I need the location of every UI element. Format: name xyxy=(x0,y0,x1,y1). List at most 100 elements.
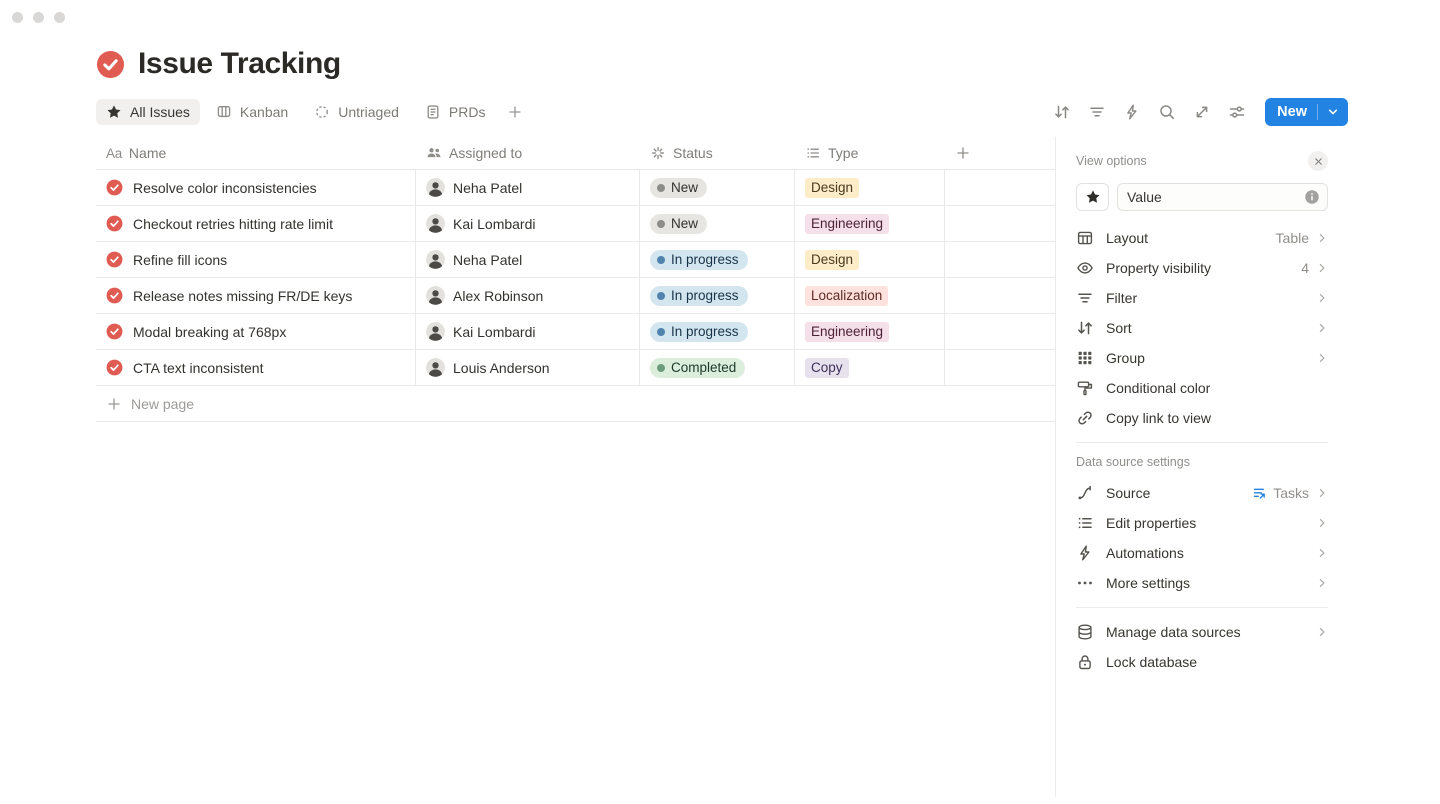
status-badge[interactable]: In progress xyxy=(650,286,748,306)
panel-item-lock-database[interactable]: Lock database xyxy=(1076,647,1328,677)
cell-type[interactable]: Design xyxy=(795,242,945,277)
sort-arrows-icon xyxy=(1076,319,1094,337)
type-badge[interactable]: Engineering xyxy=(805,214,889,234)
cell-assigned-to[interactable]: Louis Anderson xyxy=(416,350,640,385)
panel-item-edit-properties[interactable]: Edit properties xyxy=(1076,508,1328,538)
type-badge[interactable]: Localization xyxy=(805,286,888,306)
cell-status[interactable]: New xyxy=(640,206,795,241)
panel-item-automations[interactable]: Automations xyxy=(1076,538,1328,568)
type-badge[interactable]: Engineering xyxy=(805,322,889,342)
panel-item-more-settings[interactable]: More settings xyxy=(1076,568,1328,598)
column-header-type[interactable]: Type xyxy=(795,137,945,169)
status-badge[interactable]: In progress xyxy=(650,250,748,270)
status-badge[interactable]: New xyxy=(650,214,707,234)
panel-item-layout[interactable]: LayoutTable xyxy=(1076,223,1328,253)
table-row[interactable]: Refine fill icons Neha Patel In progress… xyxy=(96,242,1056,278)
cell-empty[interactable] xyxy=(945,170,1056,205)
cell-empty[interactable] xyxy=(945,206,1056,241)
app-window: Issue Tracking All IssuesKanbanUntriaged… xyxy=(0,0,1440,804)
panel-item-group[interactable]: Group xyxy=(1076,343,1328,373)
cell-name[interactable]: Modal breaking at 768px xyxy=(96,314,416,349)
page-title: Issue Tracking xyxy=(138,47,341,81)
tab-untriaged[interactable]: Untriaged xyxy=(304,99,409,125)
tab-kanban[interactable]: Kanban xyxy=(206,99,298,125)
cell-empty[interactable] xyxy=(945,350,1056,385)
tab-prds[interactable]: PRDs xyxy=(415,99,496,125)
cell-status[interactable]: In progress xyxy=(640,278,795,313)
table-row[interactable]: Resolve color inconsistencies Neha Patel… xyxy=(96,170,1056,206)
cell-name[interactable]: Checkout retries hitting rate limit xyxy=(96,206,416,241)
cell-type[interactable]: Design xyxy=(795,170,945,205)
cell-name[interactable]: Refine fill icons xyxy=(96,242,416,277)
cell-type[interactable]: Engineering xyxy=(795,314,945,349)
cell-empty[interactable] xyxy=(945,278,1056,313)
cell-empty[interactable] xyxy=(945,242,1056,277)
sort-arrows-icon[interactable] xyxy=(1049,99,1075,125)
cell-status[interactable]: In progress xyxy=(640,242,795,277)
status-badge[interactable]: In progress xyxy=(650,322,748,342)
cell-status[interactable]: Completed xyxy=(640,350,795,385)
type-badge[interactable]: Design xyxy=(805,178,859,198)
type-badge[interactable]: Design xyxy=(805,250,859,270)
cell-assigned-to[interactable]: Alex Robinson xyxy=(416,278,640,313)
eye-icon xyxy=(1076,259,1094,277)
new-button[interactable]: New xyxy=(1265,98,1348,126)
cell-empty[interactable] xyxy=(945,314,1056,349)
panel-item-copy-link-to-view[interactable]: Copy link to view xyxy=(1076,403,1328,433)
expand-icon[interactable] xyxy=(1189,99,1215,125)
panel-item-property-visibility[interactable]: Property visibility4 xyxy=(1076,253,1328,283)
panel-item-label: Conditional color xyxy=(1106,380,1309,396)
panel-item-source[interactable]: SourceTasks xyxy=(1076,478,1328,508)
tab-all-issues[interactable]: All Issues xyxy=(96,99,200,125)
window-dot[interactable] xyxy=(54,12,65,23)
table-row[interactable]: Checkout retries hitting rate limit Kai … xyxy=(96,206,1056,242)
avatar xyxy=(426,214,445,233)
avatar xyxy=(426,250,445,269)
new-dropdown-button[interactable] xyxy=(1318,98,1348,126)
close-icon[interactable] xyxy=(1308,151,1328,171)
column-header-assigned-to[interactable]: Assigned to xyxy=(416,137,640,169)
lightning-icon[interactable] xyxy=(1119,99,1145,125)
status-badge[interactable]: New xyxy=(650,178,707,198)
cell-status[interactable]: New xyxy=(640,170,795,205)
sliders-icon[interactable] xyxy=(1224,99,1250,125)
status-badge[interactable]: Completed xyxy=(650,358,745,378)
search-icon[interactable] xyxy=(1154,99,1180,125)
table-row[interactable]: CTA text inconsistent Louis Anderson Com… xyxy=(96,350,1056,386)
issue-name: Checkout retries hitting rate limit xyxy=(133,216,333,232)
panel-item-sort[interactable]: Sort xyxy=(1076,313,1328,343)
add-view-button[interactable] xyxy=(501,99,529,125)
add-column-button[interactable] xyxy=(945,137,1056,169)
new-page-row[interactable]: New page xyxy=(96,386,1056,422)
window-dot[interactable] xyxy=(12,12,23,23)
cell-status[interactable]: In progress xyxy=(640,314,795,349)
filter-lines-icon[interactable] xyxy=(1084,99,1110,125)
column-header-status[interactable]: Status xyxy=(640,137,795,169)
window-dot[interactable] xyxy=(33,12,44,23)
info-icon[interactable] xyxy=(1304,189,1320,205)
star-icon xyxy=(106,104,122,120)
cell-type[interactable]: Copy xyxy=(795,350,945,385)
table-row[interactable]: Modal breaking at 768px Kai Lombardi In … xyxy=(96,314,1056,350)
view-icon-button[interactable] xyxy=(1076,183,1109,211)
view-name-input[interactable]: Value xyxy=(1117,183,1328,211)
cell-assigned-to[interactable]: Kai Lombardi xyxy=(416,206,640,241)
cell-assigned-to[interactable]: Kai Lombardi xyxy=(416,314,640,349)
new-button-label[interactable]: New xyxy=(1265,98,1317,126)
cell-name[interactable]: CTA text inconsistent xyxy=(96,350,416,385)
cell-name[interactable]: Resolve color inconsistencies xyxy=(96,170,416,205)
assignee-name: Kai Lombardi xyxy=(453,324,536,340)
panel-item-manage-data-sources[interactable]: Manage data sources xyxy=(1076,617,1328,647)
table-row[interactable]: Release notes missing FR/DE keys Alex Ro… xyxy=(96,278,1056,314)
view-options-panel: View options Value LayoutTableProperty v… xyxy=(1056,137,1328,797)
panel-item-conditional-color[interactable]: Conditional color xyxy=(1076,373,1328,403)
type-badge[interactable]: Copy xyxy=(805,358,849,378)
cell-assigned-to[interactable]: Neha Patel xyxy=(416,170,640,205)
window-controls[interactable] xyxy=(12,12,65,23)
cell-name[interactable]: Release notes missing FR/DE keys xyxy=(96,278,416,313)
cell-assigned-to[interactable]: Neha Patel xyxy=(416,242,640,277)
cell-type[interactable]: Localization xyxy=(795,278,945,313)
column-header-name[interactable]: Aa Name xyxy=(96,137,416,169)
panel-item-filter[interactable]: Filter xyxy=(1076,283,1328,313)
cell-type[interactable]: Engineering xyxy=(795,206,945,241)
